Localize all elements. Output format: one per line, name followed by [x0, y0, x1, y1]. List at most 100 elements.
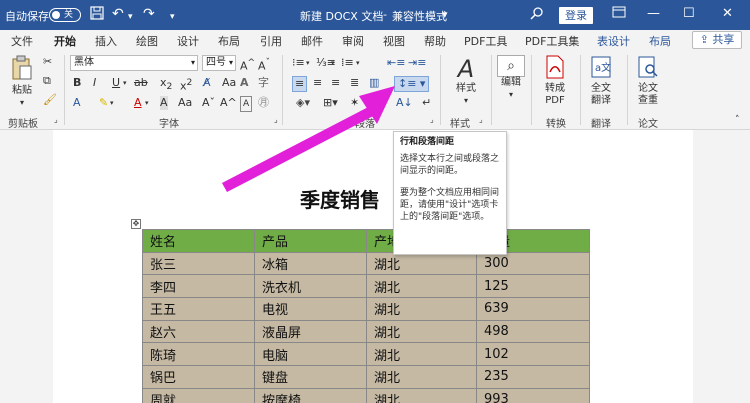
minimize-icon[interactable]: —	[647, 6, 660, 21]
table-cell[interactable]: 639	[476, 297, 590, 321]
collapse-ribbon-icon[interactable]: ˄	[735, 113, 740, 127]
editing-button[interactable]: ⌕ 编辑 ▾	[497, 55, 525, 101]
table-cell[interactable]: 冰箱	[254, 251, 367, 276]
borders-icon[interactable]: ⊞▾	[323, 96, 338, 110]
table-cell[interactable]: 498	[476, 319, 590, 344]
compat-mode[interactable]: 兼容性模式	[392, 8, 447, 24]
table-cell[interactable]: 赵六	[142, 319, 255, 344]
font-color-dropdown-icon[interactable]: ▾	[145, 96, 149, 110]
redo-icon[interactable]: ↷	[143, 6, 155, 22]
table-cell[interactable]: 300	[476, 251, 590, 276]
customize-icon[interactable]: ▾	[170, 9, 175, 25]
align-right-icon[interactable]: ≡	[331, 76, 340, 90]
table-cell[interactable]: 电视	[254, 297, 367, 321]
tab-table-layout[interactable]: 布局	[649, 33, 671, 49]
increase-indent-icon[interactable]: ⇥≡	[408, 56, 426, 70]
share-button[interactable]: ⇪ 共享	[692, 31, 742, 49]
styles-button[interactable]: A 样式 ▾	[450, 55, 482, 107]
sales-table[interactable]: 姓名 产品 产地 销量 张三 冰箱 湖北 300 李四 洗衣机 湖北 125 王…	[142, 229, 590, 403]
undo-dropdown-icon[interactable]: ▾	[128, 9, 133, 25]
font-name-combo[interactable]: 黑体 ▾	[70, 55, 198, 71]
table-cell[interactable]: 键盘	[254, 365, 367, 389]
tab-insert[interactable]: 插入	[95, 33, 117, 49]
bullets-dropdown-icon[interactable]: ▾	[306, 56, 310, 70]
translate-button[interactable]: a文 全文翻译	[586, 55, 616, 107]
bold-icon[interactable]: B	[73, 76, 81, 90]
copy-icon[interactable]: ⧉	[43, 74, 51, 88]
table-cell[interactable]: 张三	[142, 251, 255, 276]
table-cell[interactable]: 王五	[142, 297, 255, 321]
sort-icon[interactable]: A↓	[396, 96, 413, 110]
tab-home[interactable]: 开始	[54, 33, 76, 53]
maximize-icon[interactable]: ☐	[683, 6, 695, 21]
shrink-font-icon[interactable]: Aˇ	[258, 56, 270, 74]
align-center-icon[interactable]: ≡	[313, 76, 322, 90]
format-painter-icon[interactable]: 🖌	[43, 93, 57, 107]
tab-help[interactable]: 帮助	[424, 33, 446, 49]
autosave-toggle[interactable]: 关	[49, 8, 81, 22]
tab-file[interactable]: 文件	[11, 33, 33, 49]
cut-icon[interactable]: ✂	[43, 55, 52, 69]
paste-button[interactable]: 粘贴 ▾	[8, 55, 36, 109]
text-effects-icon[interactable]: A	[73, 96, 81, 110]
superscript-icon[interactable]: x2	[180, 76, 192, 94]
font-launcher-icon[interactable]: ⌟	[274, 115, 278, 124]
grow-font-icon[interactable]: A^	[240, 56, 255, 74]
save-icon[interactable]	[90, 6, 104, 24]
table-cell[interactable]: 湖北	[366, 365, 477, 389]
styles-launcher-icon[interactable]: ⌟	[479, 115, 483, 124]
table-cell[interactable]: 湖北	[366, 387, 477, 403]
italic-icon[interactable]: I	[93, 76, 96, 90]
table-move-handle-icon[interactable]: ✥	[131, 219, 141, 229]
align-left-icon[interactable]: ≡	[292, 76, 308, 92]
tab-review[interactable]: 审阅	[342, 33, 364, 49]
font-size-combo[interactable]: 四号 ▾	[202, 55, 236, 71]
close-icon[interactable]: ✕	[722, 6, 733, 21]
clipboard-launcher-icon[interactable]: ⌟	[54, 115, 58, 124]
character-box-icon[interactable]: A	[240, 96, 253, 112]
shading-icon[interactable]: ◈▾	[296, 96, 310, 110]
table-cell[interactable]: 陈琦	[142, 342, 255, 367]
tab-layout[interactable]: 布局	[218, 33, 240, 49]
to-pdf-button[interactable]: 转成PDF	[538, 55, 572, 107]
justify-icon[interactable]: ≣	[350, 76, 359, 90]
paper-check-button[interactable]: 论文查重	[633, 55, 663, 107]
paragraph-launcher-icon[interactable]: ⌟	[430, 115, 434, 124]
tab-mailings[interactable]: 邮件	[301, 33, 323, 49]
table-cell[interactable]: 湖北	[366, 274, 477, 299]
table-cell[interactable]: 洗衣机	[254, 274, 367, 299]
table-header-cell[interactable]: 产品	[254, 229, 367, 253]
aa-size-icon[interactable]: Aa	[178, 96, 192, 110]
table-cell[interactable]: 按摩椅	[254, 387, 367, 403]
tab-pdf-tools[interactable]: PDF工具	[464, 33, 507, 49]
table-cell[interactable]: 125	[476, 274, 590, 299]
decrease-indent-icon[interactable]: ⇤≡	[387, 56, 405, 70]
enclose-characters-icon[interactable]: 字	[258, 76, 269, 90]
search-icon[interactable]	[530, 6, 544, 24]
highlight-icon[interactable]: ✎	[99, 96, 108, 110]
tab-pdf-toolset[interactable]: PDF工具集	[525, 33, 579, 49]
enclosed-char-icon[interactable]: ㊊	[258, 96, 269, 110]
numbering-dropdown-icon[interactable]: ▾	[331, 56, 335, 70]
bullets-icon[interactable]: ⁝≡	[292, 56, 305, 70]
table-cell[interactable]: 993	[476, 387, 590, 403]
table-cell[interactable]: 湖北	[366, 342, 477, 367]
font-color-icon[interactable]: A	[134, 96, 142, 110]
show-marks-icon[interactable]: ↵	[422, 96, 431, 110]
subscript-icon[interactable]: x2	[160, 76, 172, 94]
highlight-dropdown-icon[interactable]: ▾	[110, 96, 114, 110]
table-cell[interactable]: 锅巴	[142, 365, 255, 389]
table-cell[interactable]: 液晶屏	[254, 319, 367, 344]
ribbon-display-icon[interactable]	[612, 6, 626, 22]
table-cell[interactable]: 102	[476, 342, 590, 367]
undo-icon[interactable]: ↶	[112, 6, 124, 22]
multilevel-dropdown-icon[interactable]: ▾	[356, 56, 360, 70]
chinese-layout-icon[interactable]: ✶	[350, 96, 359, 110]
tab-draw[interactable]: 绘图	[136, 33, 158, 49]
tab-table-design[interactable]: 表设计	[597, 33, 630, 49]
tab-references[interactable]: 引用	[260, 33, 282, 49]
underline-dropdown-icon[interactable]: ▾	[123, 76, 127, 90]
font-size-up-icon[interactable]: A^	[220, 96, 237, 110]
table-cell[interactable]: 电脑	[254, 342, 367, 367]
table-cell[interactable]: 235	[476, 365, 590, 389]
